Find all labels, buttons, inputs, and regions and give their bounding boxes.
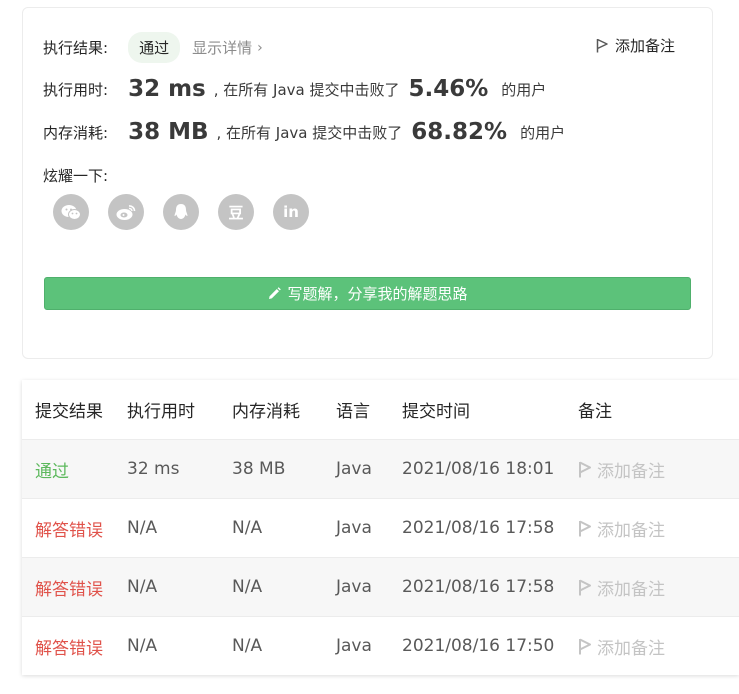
header-submitted: 提交时间 <box>402 402 470 422</box>
runtime-label: 执行用时: <box>43 80 109 99</box>
cell-memory: N/A <box>232 636 263 656</box>
show-details-label: 显示详情 <box>192 39 253 57</box>
cell-runtime: N/A <box>127 636 158 656</box>
cell-runtime: 32 ms <box>127 459 180 479</box>
submission-status-link[interactable]: 解答错误 <box>22 575 127 600</box>
share-icons: 豆 in <box>53 194 328 230</box>
weibo-icon[interactable] <box>108 194 144 230</box>
table-row[interactable]: 通过 32 ms 38 MB Java 2021/08/16 18:01 添加备… <box>22 439 739 498</box>
submission-status-link[interactable]: 解答错误 <box>22 634 127 659</box>
header-runtime: 执行用时 <box>127 402 195 422</box>
add-note-button[interactable]: 添加备注 <box>578 634 739 659</box>
result-row: 执行结果: 通过 显示详情 › <box>43 32 263 63</box>
show-details-link[interactable]: 显示详情 › <box>192 37 263 58</box>
header-memory: 内存消耗 <box>232 402 300 422</box>
wechat-icon[interactable] <box>53 194 89 230</box>
memory-tail: 的用户 <box>520 123 566 142</box>
qq-icon[interactable] <box>163 194 199 230</box>
write-solution-label: 写题解，分享我的解题思路 <box>287 285 468 303</box>
submission-status-link[interactable]: 解答错误 <box>22 516 127 541</box>
table-row[interactable]: 解答错误 N/A N/A Java 2021/08/16 17:58 添加备注 <box>22 557 739 616</box>
cell-language: Java <box>336 636 372 656</box>
flag-icon <box>579 461 591 477</box>
header-language: 语言 <box>336 402 370 422</box>
cell-runtime: N/A <box>127 577 158 597</box>
cell-runtime: N/A <box>127 518 158 538</box>
result-card: 执行结果: 通过 显示详情 › 添加备注 执行用时: 32 ms , 在所有 J… <box>22 7 713 359</box>
flag-icon <box>579 520 591 536</box>
cell-language: Java <box>336 577 372 597</box>
pencil-icon <box>267 286 282 301</box>
table-row[interactable]: 解答错误 N/A N/A Java 2021/08/16 17:50 添加备注 <box>22 616 739 675</box>
cell-submitted: 2021/08/16 17:58 <box>402 577 555 597</box>
status-badge: 通过 <box>128 32 181 63</box>
flag-icon <box>579 638 591 654</box>
add-note-label: 添加备注 <box>597 520 665 541</box>
share-row-label: 炫耀一下: <box>43 165 108 186</box>
cell-submitted: 2021/08/16 17:50 <box>402 636 555 656</box>
cell-language: Java <box>336 518 372 538</box>
cell-submitted: 2021/08/16 18:01 <box>402 459 555 479</box>
memory-beats-text: , 在所有 Java 提交中击败了 <box>216 123 403 142</box>
header-status: 提交结果 <box>35 402 103 422</box>
add-note-button[interactable]: 添加备注 <box>578 457 739 482</box>
linkedin-glyph: in <box>283 203 299 221</box>
runtime-value: 32 ms <box>128 76 206 102</box>
runtime-row: 执行用时: 32 ms , 在所有 Java 提交中击败了 5.46% 的用户 <box>43 76 546 102</box>
douban-glyph: 豆 <box>228 203 244 222</box>
cell-memory: N/A <box>232 518 263 538</box>
memory-label: 内存消耗: <box>43 123 109 142</box>
add-note-button[interactable]: 添加备注 <box>596 35 675 56</box>
douban-icon[interactable]: 豆 <box>218 194 254 230</box>
result-label: 执行结果: <box>43 39 109 57</box>
add-note-button[interactable]: 添加备注 <box>578 575 739 600</box>
table-header: 提交结果 执行用时 内存消耗 语言 提交时间 备注 <box>22 380 739 439</box>
cell-memory: N/A <box>232 577 263 597</box>
flag-icon <box>596 38 608 53</box>
add-note-label: 添加备注 <box>597 579 665 600</box>
submissions-table: 提交结果 执行用时 内存消耗 语言 提交时间 备注 通过 32 ms 38 MB… <box>22 380 739 675</box>
memory-value: 38 MB <box>128 119 209 145</box>
runtime-beats-text: , 在所有 Java 提交中击败了 <box>213 80 400 99</box>
share-label: 炫耀一下: <box>43 167 109 185</box>
runtime-tail: 的用户 <box>501 80 547 99</box>
flag-icon <box>579 579 591 595</box>
chevron-right-icon: › <box>257 39 263 56</box>
add-note-label: 添加备注 <box>597 638 665 659</box>
write-solution-button[interactable]: 写题解，分享我的解题思路 <box>44 277 691 310</box>
runtime-percent: 5.46% <box>408 76 489 102</box>
memory-percent: 68.82% <box>411 119 508 145</box>
add-note-label: 添加备注 <box>614 37 675 55</box>
cell-memory: 38 MB <box>232 459 286 479</box>
header-note: 备注 <box>578 402 612 422</box>
cell-language: Java <box>336 459 372 479</box>
add-note-label: 添加备注 <box>597 461 665 482</box>
submission-status-link[interactable]: 通过 <box>22 457 127 482</box>
memory-row: 内存消耗: 38 MB , 在所有 Java 提交中击败了 68.82% 的用户 <box>43 119 565 145</box>
table-row[interactable]: 解答错误 N/A N/A Java 2021/08/16 17:58 添加备注 <box>22 498 739 557</box>
add-note-button[interactable]: 添加备注 <box>578 516 739 541</box>
linkedin-icon[interactable]: in <box>273 194 309 230</box>
cell-submitted: 2021/08/16 17:58 <box>402 518 555 538</box>
